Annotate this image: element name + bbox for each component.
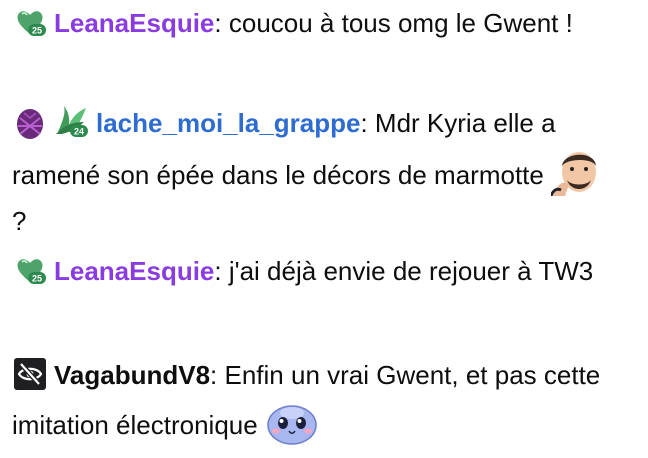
message-text-suffix: ? [12, 206, 27, 236]
username[interactable]: VagabundV8 [54, 360, 210, 390]
blue-blob-emote-icon[interactable] [265, 398, 319, 446]
username[interactable]: LeanaEsquie [54, 256, 214, 286]
svg-text:25: 25 [32, 274, 42, 284]
svg-text:25: 25 [32, 26, 42, 36]
username[interactable]: lache_moi_la_grappe [96, 108, 360, 138]
separator: : [214, 8, 229, 38]
subscriber-badge-icon[interactable]: 25 [12, 4, 48, 40]
separator: : [360, 108, 375, 138]
message-text: coucou à tous omg le Gwent ! [228, 8, 573, 38]
thinking-man-emote-icon[interactable] [551, 146, 607, 196]
eye-slash-icon[interactable] [12, 356, 48, 392]
subscriber-badge-icon[interactable]: 24 [54, 104, 90, 140]
separator: : [214, 256, 229, 286]
chat-log: 25 LeanaEsquie: coucou à tous omg le Gwe… [0, 0, 648, 458]
chat-message: 24 lache_moi_la_grappe: Mdr Kyria elle a… [12, 100, 622, 244]
chat-message: 25 LeanaEsquie: coucou à tous omg le Gwe… [12, 0, 622, 46]
chat-message: 25 LeanaEsquie: j'ai déjà envie de rejou… [12, 248, 622, 294]
pineapple-badge-icon[interactable] [12, 104, 48, 140]
chat-message: VagabundV8: Enfin un vrai Gwent, et pas … [12, 352, 622, 448]
subscriber-badge-icon[interactable]: 25 [12, 252, 48, 288]
username[interactable]: LeanaEsquie [54, 8, 214, 38]
svg-text:24: 24 [74, 127, 84, 137]
separator: : [210, 360, 225, 390]
message-text: j'ai déjà envie de rejouer à TW3 [228, 256, 594, 286]
